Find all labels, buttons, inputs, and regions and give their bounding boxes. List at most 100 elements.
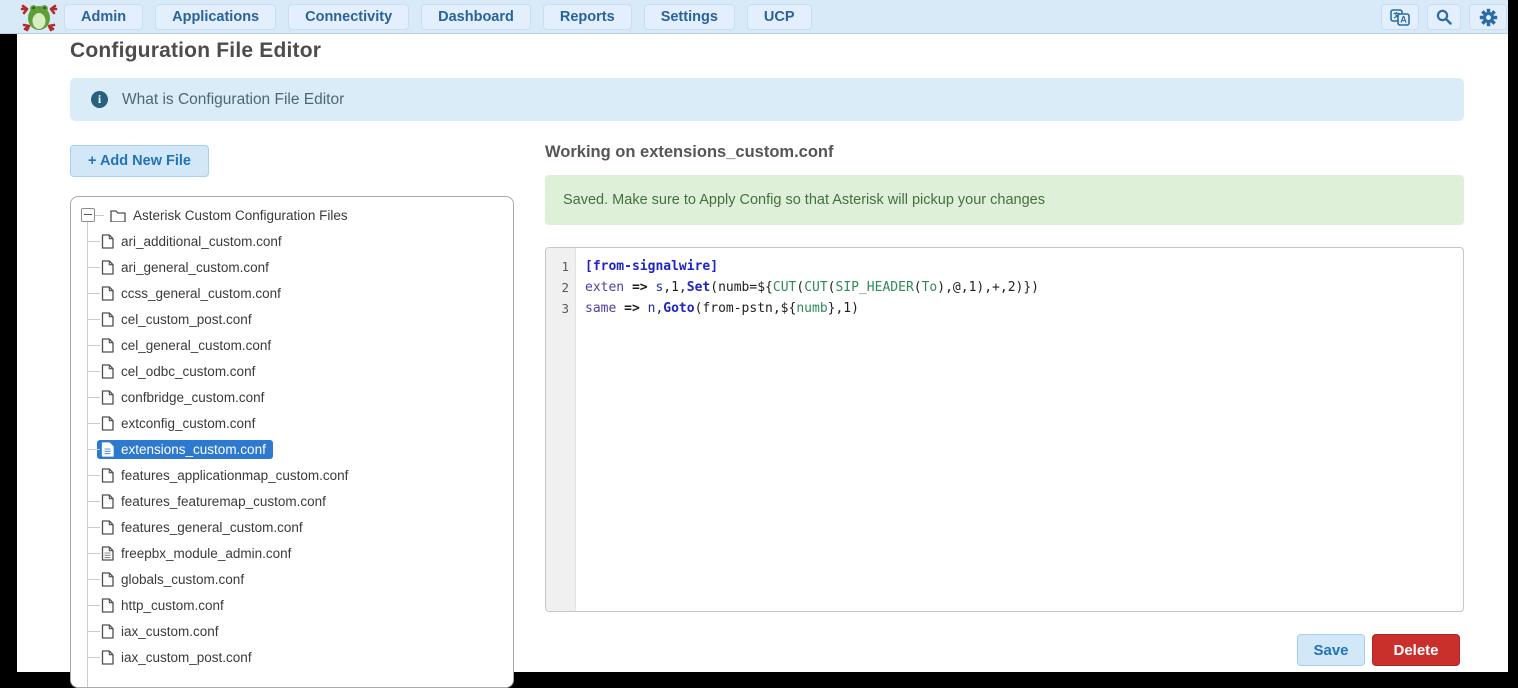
nav-item-connectivity[interactable]: Connectivity [288,4,409,30]
tree-connector [87,553,100,554]
gear-icon[interactable] [1469,4,1507,30]
file-icon [101,520,114,535]
tree-item-label: ari_general_custom.conf [121,260,269,275]
tree-item-globals_custom-conf[interactable]: globals_custom.conf [71,566,513,592]
tree-item-label: extensions_custom.conf [121,442,266,457]
line-number: 2 [546,277,575,298]
tree-item-label: iax_custom.conf [121,624,219,639]
info-icon: i [91,91,108,108]
tree-root-label: Asterisk Custom Configuration Files [133,208,348,223]
tree-connector [87,319,100,320]
file-icon [101,572,114,587]
file-tree-panel: Asterisk Custom Configuration Files ari_… [70,196,514,688]
tree-item-label: globals_custom.conf [121,572,244,587]
tree-connector [87,527,100,528]
tree-item-ari_general_custom-conf[interactable]: ari_general_custom.conf [71,254,513,280]
tree-item-extensions_custom-conf[interactable]: extensions_custom.conf [71,436,513,462]
tree-item-ari_additional_custom-conf[interactable]: ari_additional_custom.conf [71,228,513,254]
file-icon [101,312,114,327]
tree-item-http_custom-conf[interactable]: http_custom.conf [71,592,513,618]
tree-connector [87,371,100,372]
tree-item-label: features_general_custom.conf [121,520,303,535]
save-button[interactable]: Save [1297,634,1365,666]
saved-status-banner: Saved. Make sure to Apply Config so that… [545,175,1464,225]
tree-item-iax_custom-conf[interactable]: iax_custom.conf [71,618,513,644]
file-icon [101,494,114,509]
tree-connector [87,657,100,658]
file-icon [101,338,114,353]
tree-item-confbridge_custom-conf[interactable]: confbridge_custom.conf [71,384,513,410]
tree-item-iax_custom_post-conf[interactable]: iax_custom_post.conf [71,644,513,670]
tree-connector [87,501,100,502]
code-editor[interactable]: 123 [from-signalwire]exten => s,1,Set(nu… [545,247,1464,612]
saved-status-text: Saved. Make sure to Apply Config so that… [563,192,1045,208]
tree-connector [87,449,100,450]
svg-text:A: A [1400,14,1407,24]
tree-item-cel_custom_post-conf[interactable]: cel_custom_post.conf [71,306,513,332]
file-icon [101,390,114,405]
top-nav-bar: Admin Applications Connectivity Dashboard Re… [0,0,1508,34]
tree-connector [87,267,100,268]
tree-connector [87,423,100,424]
tree-connector [87,605,100,606]
search-icon[interactable] [1427,4,1461,30]
tree-item-label: cel_custom_post.conf [121,312,252,327]
tree-connector [87,397,100,398]
file-icon [101,234,114,249]
tree-item-ccss_general_custom-conf[interactable]: ccss_general_custom.conf [71,280,513,306]
tree-connector [87,475,100,476]
tree-connector [95,215,104,216]
tree-item-label: cel_odbc_custom.conf [121,364,255,379]
tree-connector [87,579,100,580]
nav-item-applications[interactable]: Applications [155,4,276,30]
tree-item-features_applicationmap_custom-conf[interactable]: features_applicationmap_custom.conf [71,462,513,488]
tree-item-cel_odbc_custom-conf[interactable]: cel_odbc_custom.conf [71,358,513,384]
tree-item-label: cel_general_custom.conf [121,338,271,353]
file-icon [101,260,114,275]
file-text-icon [101,442,114,457]
file-icon [101,364,114,379]
nav-item-admin[interactable]: Admin [64,4,143,30]
freepbx-frog-logo-icon[interactable] [18,2,60,32]
nav-item-settings[interactable]: Settings [644,4,735,30]
code-line: exten => s,1,Set(numb=${CUT(CUT(SIP_HEAD… [585,277,1463,298]
nav-item-ucp[interactable]: UCP [747,4,812,30]
file-icon [101,624,114,639]
tree-item-label: ari_additional_custom.conf [121,234,282,249]
file-icon [101,650,114,665]
info-banner-text: What is Configuration File Editor [122,91,344,109]
file-text-icon [101,546,114,561]
line-number: 1 [546,256,575,277]
code-text-area[interactable]: [from-signalwire]exten => s,1,Set(numb=$… [576,248,1463,611]
tree-item-label: ccss_general_custom.conf [121,286,281,301]
nav-item-reports[interactable]: Reports [543,4,632,30]
tree-connector [87,345,100,346]
main-nav: Admin Applications Connectivity Dashboard Re… [64,4,812,30]
delete-button[interactable]: Delete [1372,634,1460,666]
tree-item-label: confbridge_custom.conf [121,390,264,405]
info-banner[interactable]: i What is Configuration File Editor [70,78,1464,121]
nav-item-dashboard[interactable]: Dashboard [421,4,531,30]
tree-connector [87,241,100,242]
tree-item-features_featuremap_custom-conf[interactable]: features_featuremap_custom.conf [71,488,513,514]
file-icon [101,416,114,431]
nav-icon-buttons: A [1381,4,1507,30]
line-number: 3 [546,298,575,319]
working-on-heading: Working on extensions_custom.conf [545,143,833,162]
folder-icon [110,209,126,222]
tree-item-extconfig_custom-conf[interactable]: extconfig_custom.conf [71,410,513,436]
tree-item-label: features_featuremap_custom.conf [121,494,326,509]
tree-item-cel_general_custom-conf[interactable]: cel_general_custom.conf [71,332,513,358]
file-icon [101,468,114,483]
tree-item-label: features_applicationmap_custom.conf [121,468,348,483]
file-icon [101,286,114,301]
language-icon[interactable]: A [1381,4,1419,30]
tree-collapse-toggle[interactable] [81,208,95,222]
tree-root-node[interactable]: Asterisk Custom Configuration Files [81,202,513,228]
tree-item-freepbx_module_admin-conf[interactable]: freepbx_module_admin.conf [71,540,513,566]
tree-item-label: http_custom.conf [121,598,224,613]
tree-item-features_general_custom-conf[interactable]: features_general_custom.conf [71,514,513,540]
code-line: [from-signalwire] [585,256,1463,277]
add-new-file-button[interactable]: + Add New File [70,145,209,177]
code-line: same => n,Goto(from-pstn,${numb},1) [585,298,1463,319]
